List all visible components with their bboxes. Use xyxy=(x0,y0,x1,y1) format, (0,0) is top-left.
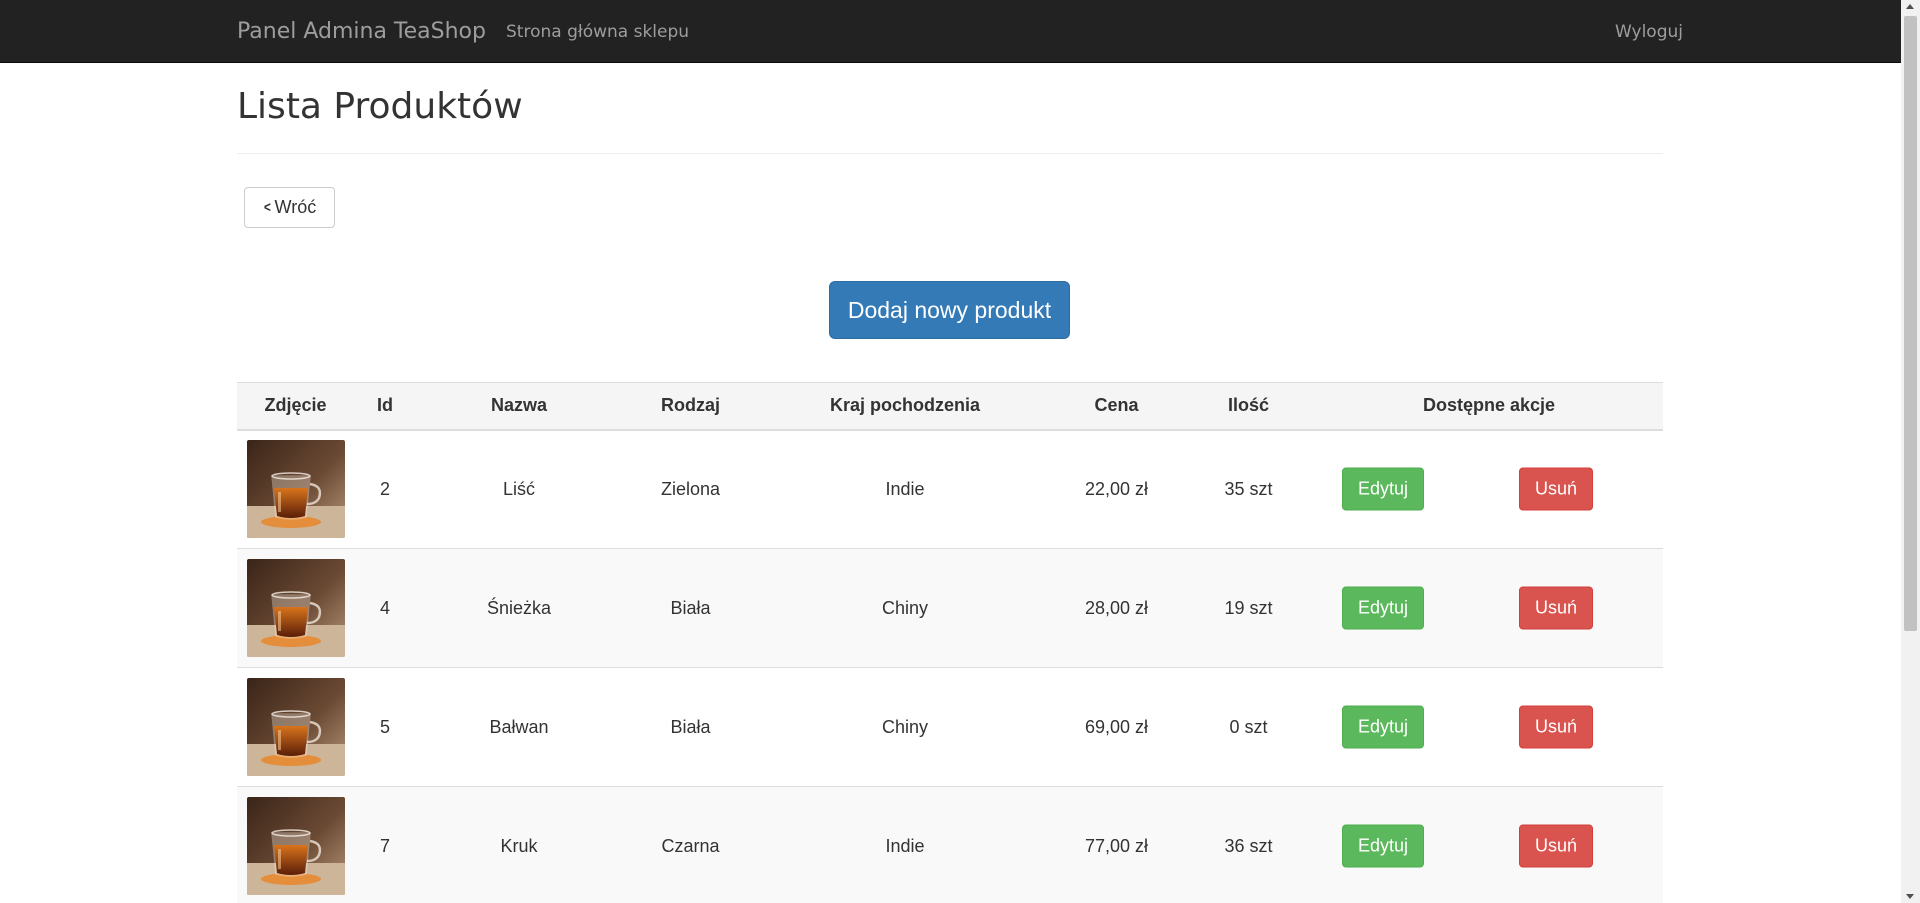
shop-home-link[interactable]: Strona główna sklepu xyxy=(506,22,689,42)
delete-button[interactable]: Usuń xyxy=(1519,705,1593,749)
edit-button[interactable]: Edytuj xyxy=(1342,467,1424,511)
cell-name: Śnieżka xyxy=(416,548,622,668)
table-row: 4 Śnieżka Biała Chiny 28,00 zł 19 szt Ed… xyxy=(237,548,1663,668)
product-image xyxy=(247,678,345,776)
delete-button[interactable]: Usuń xyxy=(1519,824,1593,868)
header-origin: Kraj pochodzenia xyxy=(759,382,1051,431)
cell-id: 7 xyxy=(354,786,416,903)
cell-id: 2 xyxy=(354,429,416,549)
page-title: Lista Produktów xyxy=(237,86,523,127)
cell-price: 22,00 zł xyxy=(1051,429,1182,549)
header-price: Cena xyxy=(1051,382,1182,431)
product-image xyxy=(247,797,345,895)
header-type: Rodzaj xyxy=(622,382,759,431)
cell-quantity: 36 szt xyxy=(1182,786,1315,903)
cell-type: Biała xyxy=(622,667,759,787)
title-divider xyxy=(237,153,1663,154)
table-header-row: Zdjęcie Id Nazwa Rodzaj Kraj pochodzenia… xyxy=(237,382,1663,431)
header-id: Id xyxy=(354,382,416,431)
table-row: 5 Bałwan Biała Chiny 69,00 zł 0 szt Edyt… xyxy=(237,667,1663,787)
cell-type: Biała xyxy=(622,548,759,668)
navbar-brand[interactable]: Panel Admina TeaShop xyxy=(237,19,486,44)
logout-link[interactable]: Wyloguj xyxy=(1615,22,1683,42)
scroll-down-arrow-icon[interactable] xyxy=(1906,894,1914,899)
back-button-label: Wróć xyxy=(274,197,317,217)
header-photo: Zdjęcie xyxy=(237,382,354,431)
product-image xyxy=(247,559,345,657)
cell-id: 5 xyxy=(354,667,416,787)
page-scrollbar[interactable] xyxy=(1901,0,1920,903)
cell-name: Kruk xyxy=(416,786,622,903)
cell-price: 69,00 zł xyxy=(1051,667,1182,787)
add-product-button[interactable]: Dodaj nowy produkt xyxy=(829,281,1070,339)
cell-quantity: 0 szt xyxy=(1182,667,1315,787)
back-button[interactable]: < Wróć xyxy=(244,187,335,228)
cell-id: 4 xyxy=(354,548,416,668)
product-image xyxy=(247,440,345,539)
scrollbar-thumb[interactable] xyxy=(1904,16,1917,631)
delete-button[interactable]: Usuń xyxy=(1519,586,1593,630)
header-quantity: Ilość xyxy=(1182,382,1315,431)
header-name: Nazwa xyxy=(416,382,622,431)
header-actions: Dostępne akcje xyxy=(1315,382,1663,431)
cell-price: 28,00 zł xyxy=(1051,548,1182,668)
cell-origin: Indie xyxy=(759,429,1051,549)
cell-name: Bałwan xyxy=(416,667,622,787)
edit-button[interactable]: Edytuj xyxy=(1342,586,1424,630)
cell-quantity: 19 szt xyxy=(1182,548,1315,668)
cell-origin: Chiny xyxy=(759,667,1051,787)
edit-button[interactable]: Edytuj xyxy=(1342,705,1424,749)
cell-price: 77,00 zł xyxy=(1051,786,1182,903)
edit-button[interactable]: Edytuj xyxy=(1342,824,1424,868)
table-row: 7 Kruk Czarna Indie 77,00 zł 36 szt Edyt… xyxy=(237,786,1663,903)
cell-type: Zielona xyxy=(622,429,759,549)
scroll-up-arrow-icon[interactable] xyxy=(1906,4,1914,9)
table-row: 2 Liść Zielona Indie 22,00 zł 35 szt Edy… xyxy=(237,429,1663,549)
chevron-left-icon: < xyxy=(263,199,271,216)
cell-origin: Chiny xyxy=(759,548,1051,668)
products-table: Zdjęcie Id Nazwa Rodzaj Kraj pochodzenia… xyxy=(237,382,1663,903)
cell-name: Liść xyxy=(416,429,622,549)
cell-quantity: 35 szt xyxy=(1182,429,1315,549)
delete-button[interactable]: Usuń xyxy=(1519,467,1593,511)
top-navbar: Panel Admina TeaShop Strona główna sklep… xyxy=(0,0,1901,63)
cell-origin: Indie xyxy=(759,786,1051,903)
cell-type: Czarna xyxy=(622,786,759,903)
